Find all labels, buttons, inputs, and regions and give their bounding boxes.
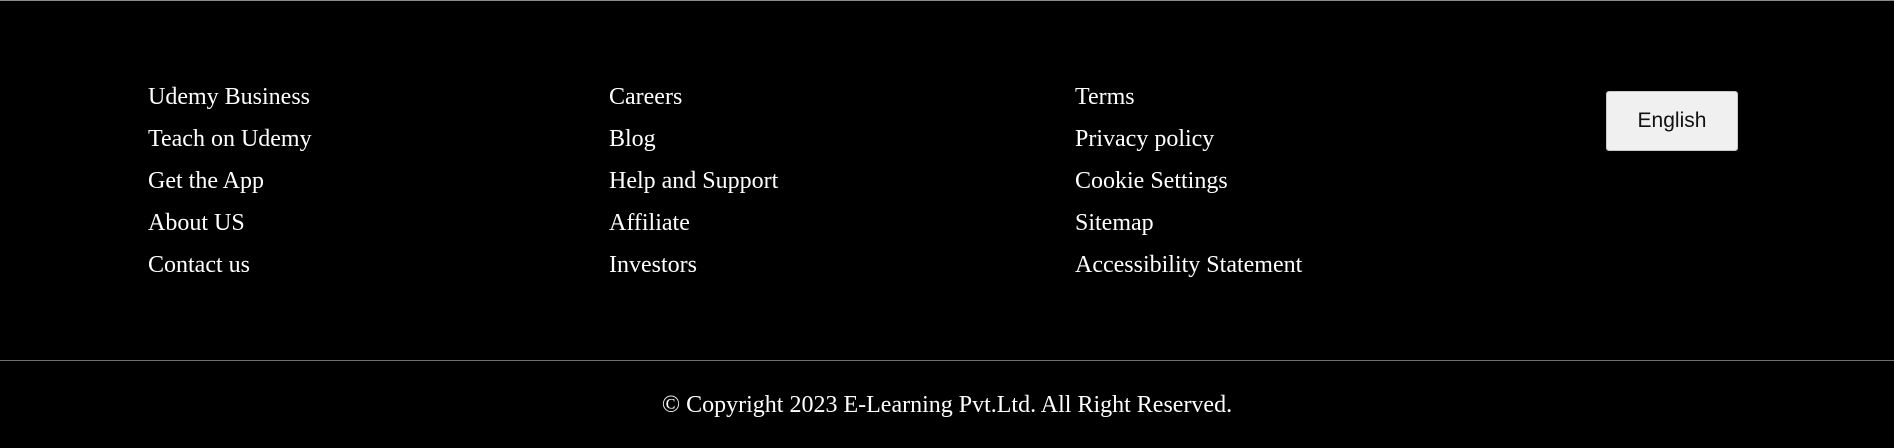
footer-link-item: Help and Support bbox=[609, 164, 778, 206]
footer-link-item: Teach on Udemy bbox=[148, 122, 312, 164]
get-the-app-link[interactable]: Get the App bbox=[148, 168, 264, 194]
about-us-link[interactable]: About US bbox=[148, 210, 245, 236]
footer-column-1: Udemy Business Teach on Udemy Get the Ap… bbox=[148, 80, 312, 290]
footer-link-item: Investors bbox=[609, 248, 778, 290]
footer-column-2: Careers Blog Help and Support Affiliate … bbox=[609, 80, 778, 290]
teach-on-udemy-link[interactable]: Teach on Udemy bbox=[148, 126, 312, 152]
footer-column-3: Terms Privacy policy Cookie Settings Sit… bbox=[1075, 80, 1302, 290]
footer-link-item: Careers bbox=[609, 80, 778, 122]
cookie-settings-link[interactable]: Cookie Settings bbox=[1075, 168, 1228, 194]
site-footer: Udemy Business Teach on Udemy Get the Ap… bbox=[0, 0, 1894, 360]
terms-link[interactable]: Terms bbox=[1075, 84, 1135, 110]
footer-link-item: About US bbox=[148, 206, 312, 248]
language-selector-button[interactable]: English bbox=[1606, 91, 1738, 151]
sitemap-link[interactable]: Sitemap bbox=[1075, 210, 1154, 236]
footer-link-item: Accessibility Statement bbox=[1075, 248, 1302, 290]
footer-link-item: Get the App bbox=[148, 164, 312, 206]
careers-link[interactable]: Careers bbox=[609, 84, 682, 110]
footer-divider bbox=[0, 360, 1894, 361]
contact-us-link[interactable]: Contact us bbox=[148, 252, 250, 278]
footer-link-item: Privacy policy bbox=[1075, 122, 1302, 164]
udemy-business-link[interactable]: Udemy Business bbox=[148, 84, 310, 110]
privacy-policy-link[interactable]: Privacy policy bbox=[1075, 126, 1214, 152]
footer-link-item: Contact us bbox=[148, 248, 312, 290]
affiliate-link[interactable]: Affiliate bbox=[609, 210, 690, 236]
help-and-support-link[interactable]: Help and Support bbox=[609, 168, 778, 194]
investors-link[interactable]: Investors bbox=[609, 252, 697, 278]
footer-link-item: Affiliate bbox=[609, 206, 778, 248]
footer-link-item: Terms bbox=[1075, 80, 1302, 122]
copyright-text: © Copyright 2023 E-Learning Pvt.Ltd. All… bbox=[661, 392, 1233, 418]
accessibility-statement-link[interactable]: Accessibility Statement bbox=[1075, 252, 1302, 278]
blog-link[interactable]: Blog bbox=[609, 126, 656, 152]
footer-link-item: Blog bbox=[609, 122, 778, 164]
footer-link-item: Cookie Settings bbox=[1075, 164, 1302, 206]
footer-link-item: Sitemap bbox=[1075, 206, 1302, 248]
footer-link-item: Udemy Business bbox=[148, 80, 312, 122]
